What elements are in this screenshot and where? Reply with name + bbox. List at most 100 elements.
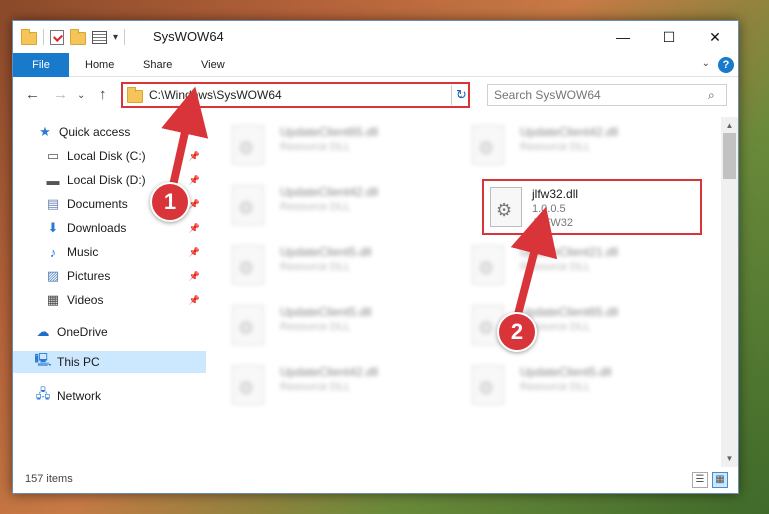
close-button[interactable]: ✕	[692, 21, 738, 53]
pin-icon[interactable]: 📌	[189, 151, 200, 162]
ribbon-tabs: File Home Share View ⌄ ?	[13, 53, 738, 77]
sidebar-item-label: Local Disk (D:)	[67, 173, 146, 187]
dll-file-icon	[232, 305, 264, 345]
recent-locations-icon[interactable]: ⌄	[77, 90, 85, 101]
divider	[43, 29, 44, 45]
tab-file[interactable]: File	[13, 53, 69, 77]
step-marker-1: 1	[150, 182, 190, 222]
sidebar-item-pictures[interactable]: ▨ Pictures 📌	[13, 265, 206, 287]
pin-icon[interactable]: 📌	[189, 223, 200, 234]
step-marker-2: 2	[497, 312, 537, 352]
tab-view[interactable]: View	[187, 53, 239, 77]
sidebar-item-label: Downloads	[67, 221, 127, 235]
list-item[interactable]: UpdateClient5.dll Resource DLL	[218, 239, 438, 293]
sidebar-item-label: Pictures	[67, 269, 111, 283]
sidebar-item-label: Videos	[67, 293, 104, 307]
list-item[interactable]: UpdateClient65.dll Resource DLL	[458, 299, 678, 353]
details-view-icon[interactable]: ☰	[692, 472, 708, 488]
music-note-icon: ♪	[49, 244, 57, 260]
folder-icon[interactable]	[21, 28, 37, 45]
dll-file-icon	[232, 125, 264, 165]
sidebar-item-label: OneDrive	[57, 325, 108, 339]
sidebar-item-music[interactable]: ♪ Music 📌	[13, 241, 206, 263]
dll-file-icon	[232, 365, 264, 405]
back-arrow-icon[interactable]: ←	[25, 86, 40, 103]
divider	[124, 29, 126, 45]
dll-file-icon	[232, 245, 264, 285]
picture-icon: ▨	[46, 268, 60, 283]
tab-home[interactable]: Home	[71, 53, 128, 77]
properties-check-icon[interactable]	[50, 29, 64, 45]
up-arrow-icon[interactable]: ↑	[99, 86, 107, 103]
sidebar-item-label: Documents	[67, 197, 128, 211]
dll-file-icon	[232, 185, 264, 225]
scroll-up-icon[interactable]: ▲	[721, 117, 738, 134]
quick-access-toolbar: ▾	[21, 28, 126, 45]
sidebar-item-quick-access[interactable]: ★ Quick access	[13, 121, 206, 143]
expand-ribbon-icon[interactable]: ⌄	[702, 58, 710, 69]
sidebar-item-local-disk-c[interactable]: ▭ Local Disk (C:) 📌	[13, 145, 206, 167]
document-icon: ▤	[46, 196, 60, 211]
sidebar-item-videos[interactable]: ▦ Videos 📌	[13, 289, 206, 311]
pin-icon[interactable]: 📌	[189, 295, 200, 306]
customize-toolbar-icon[interactable]: ▾	[113, 32, 118, 43]
item-count: 157 items	[25, 473, 73, 485]
explorer-window: ▾ SysWOW64 — ☐ ✕ File Home Share View ⌄ …	[12, 20, 739, 494]
list-item[interactable]: UpdateClient42.dll Resource DLL	[218, 359, 438, 413]
navigation-bar: ← → ⌄ ↑ C:\Windows\SysWOW64 ⌄ ↻ ⌕	[13, 78, 738, 112]
address-bar[interactable]: C:\Windows\SysWOW64 ⌄	[121, 82, 470, 108]
dll-file-icon	[490, 187, 522, 227]
scroll-down-icon[interactable]: ▼	[721, 450, 738, 467]
film-icon: ▦	[46, 292, 60, 307]
vertical-scrollbar[interactable]: ▲ ▼	[721, 117, 738, 467]
sidebar-item-label: Quick access	[59, 125, 131, 139]
tiles-view-icon[interactable]: ▦	[712, 472, 728, 488]
tab-share[interactable]: Share	[129, 53, 186, 77]
forward-arrow-icon[interactable]: →	[53, 86, 68, 103]
sidebar-item-this-pc[interactable]: 🖳 This PC	[13, 351, 206, 373]
properties-icon[interactable]	[92, 30, 107, 44]
sidebar-item-onedrive[interactable]: ☁ OneDrive	[13, 321, 206, 343]
highlighted-dll-file[interactable]: jlfw32.dll 1.0.0.5 JLFW32	[482, 179, 702, 235]
search-box[interactable]: ⌕	[487, 84, 727, 106]
scrollbar-thumb[interactable]	[723, 133, 736, 179]
pin-icon[interactable]: 📌	[189, 199, 200, 210]
list-item[interactable]: UpdateClient21.dll Resource DLL	[458, 239, 678, 293]
search-icon: ⌕	[708, 87, 715, 102]
refresh-icon[interactable]: ↻	[451, 85, 471, 105]
file-version: 1.0.0.5	[532, 203, 566, 215]
sidebar-item-label: Music	[67, 245, 99, 259]
dll-file-icon	[472, 125, 504, 165]
list-item[interactable]: UpdateClient42.dll Resource DLL	[458, 119, 678, 173]
dll-file-icon	[472, 365, 504, 405]
maximize-button[interactable]: ☐	[646, 21, 692, 53]
drive-icon: ▬	[46, 172, 60, 188]
download-arrow-icon: ⬇	[47, 220, 59, 235]
address-path[interactable]: C:\Windows\SysWOW64	[149, 88, 452, 102]
list-item[interactable]: UpdateClient5.dll Resource DLL	[458, 359, 678, 413]
sidebar-item-label: Local Disk (C:)	[67, 149, 146, 163]
list-item[interactable]: UpdateClient5.dll Resource DLL	[218, 299, 438, 353]
title-bar: ▾ SysWOW64 — ☐ ✕	[13, 21, 738, 53]
sidebar-item-label: This PC	[57, 355, 100, 369]
window-controls: — ☐ ✕	[600, 21, 738, 53]
new-folder-icon[interactable]	[70, 28, 86, 45]
pin-icon[interactable]: 📌	[189, 271, 200, 282]
list-item[interactable]: UpdateClient65.dll Resource DLL	[218, 119, 438, 173]
list-item[interactable]: UpdateClient42.dll Resource DLL	[218, 179, 438, 233]
dll-file-icon	[472, 245, 504, 285]
help-icon[interactable]: ?	[718, 57, 734, 73]
sidebar-item-label: Network	[57, 389, 102, 403]
minimize-button[interactable]: —	[600, 21, 646, 53]
pin-icon[interactable]: 📌	[189, 247, 200, 258]
computer-icon: 🖳	[34, 352, 52, 367]
file-description: JLFW32	[532, 217, 573, 229]
pin-icon[interactable]: 📌	[189, 175, 200, 186]
sidebar-item-network[interactable]: 🖧 Network	[13, 385, 206, 407]
file-name: jlfw32.dll	[532, 187, 579, 201]
search-input[interactable]	[494, 88, 708, 102]
folder-icon	[127, 87, 143, 103]
cloud-icon: ☁	[36, 324, 50, 339]
navigation-pane: ★ Quick access ▭ Local Disk (C:) 📌 ▬ Loc…	[13, 117, 206, 467]
status-bar: 157 items ☰ ▦	[13, 467, 738, 493]
